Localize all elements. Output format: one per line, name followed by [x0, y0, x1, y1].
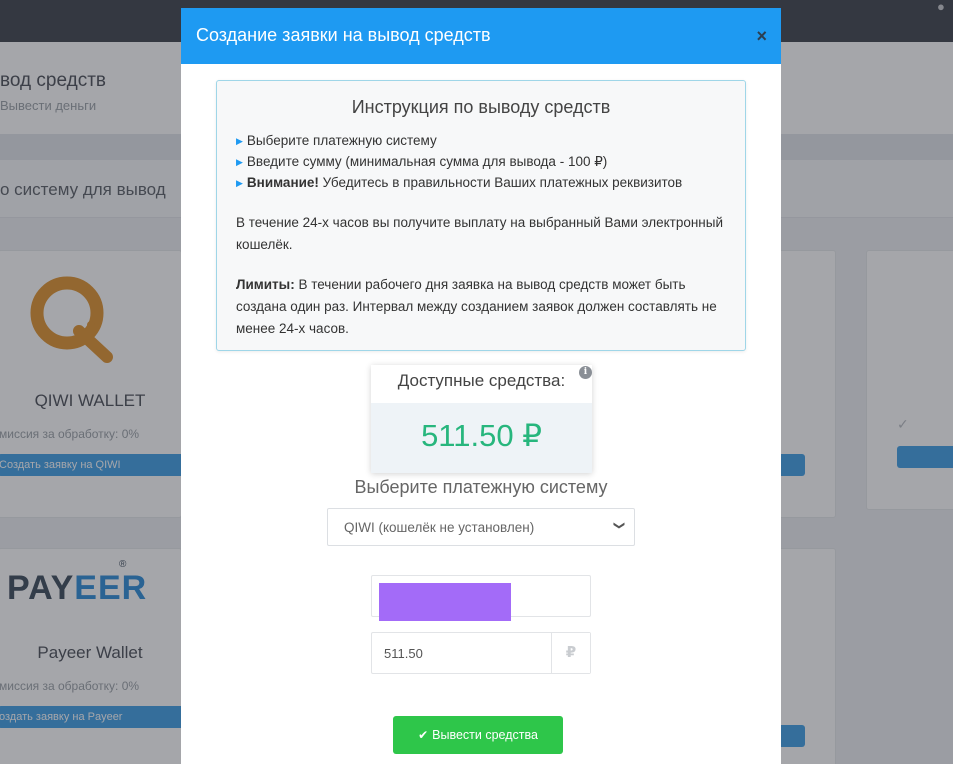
balance-value: 511.50 ₽: [421, 418, 542, 453]
modal-header: Создание заявки на вывод средств ×: [181, 8, 781, 64]
payment-system-label: Выберите платежную систему: [354, 477, 608, 497]
close-icon[interactable]: ×: [756, 26, 767, 46]
caret-right-icon: ▶: [236, 178, 243, 188]
instructions-title: Инструкция по выводу средств: [351, 97, 611, 117]
payment-system-select[interactable]: QIWI (кошелёк не установлен) ❯: [327, 508, 635, 546]
ruble-icon: ₽: [551, 633, 590, 673]
wallet-field[interactable]: [371, 575, 591, 621]
redacted-wallet-value: [379, 583, 511, 621]
modal-title: Создание заявки на вывод средств: [196, 25, 491, 45]
limits-note: Лимиты: В течении рабочего дня заявка на…: [236, 277, 717, 336]
instructions-panel: Инструкция по выводу средств ▶ Выберите п…: [216, 80, 746, 351]
balance-value-panel: 511.50 ₽: [371, 403, 592, 473]
withdraw-funds-label: Вывести средства: [432, 728, 538, 742]
caret-right-icon: ▶: [236, 157, 243, 167]
list-item: ▶ Внимание! Убедитесь в правильности Ваши…: [236, 175, 683, 190]
amount-input-group: ₽: [371, 632, 591, 674]
amount-input[interactable]: [372, 633, 552, 673]
payout-note: В течение 24-х часов вы получите выплату…: [236, 215, 723, 252]
list-item: ▶ Введите сумму (минимальная сумма для вы…: [236, 154, 608, 169]
balance-label: Доступные средства:: [397, 371, 566, 390]
list-item: ▶ Выберите платежную систему: [236, 133, 437, 148]
withdraw-funds-button[interactable]: ✔ Вывести средства: [393, 716, 563, 754]
chevron-down-icon: ❯: [612, 520, 625, 531]
instructions-list: ▶ Выберите платежную систему ▶ Введите сум…: [236, 130, 682, 193]
withdraw-request-modal: Создание заявки на вывод средств × Инстр…: [181, 8, 781, 764]
available-balance-card: Доступные средства: i 511.50 ₽: [371, 365, 592, 473]
check-icon: ✔: [418, 728, 429, 742]
info-icon[interactable]: i: [579, 366, 592, 379]
select-value: QIWI (кошелёк не установлен): [344, 520, 535, 535]
caret-right-icon: ▶: [236, 136, 243, 146]
